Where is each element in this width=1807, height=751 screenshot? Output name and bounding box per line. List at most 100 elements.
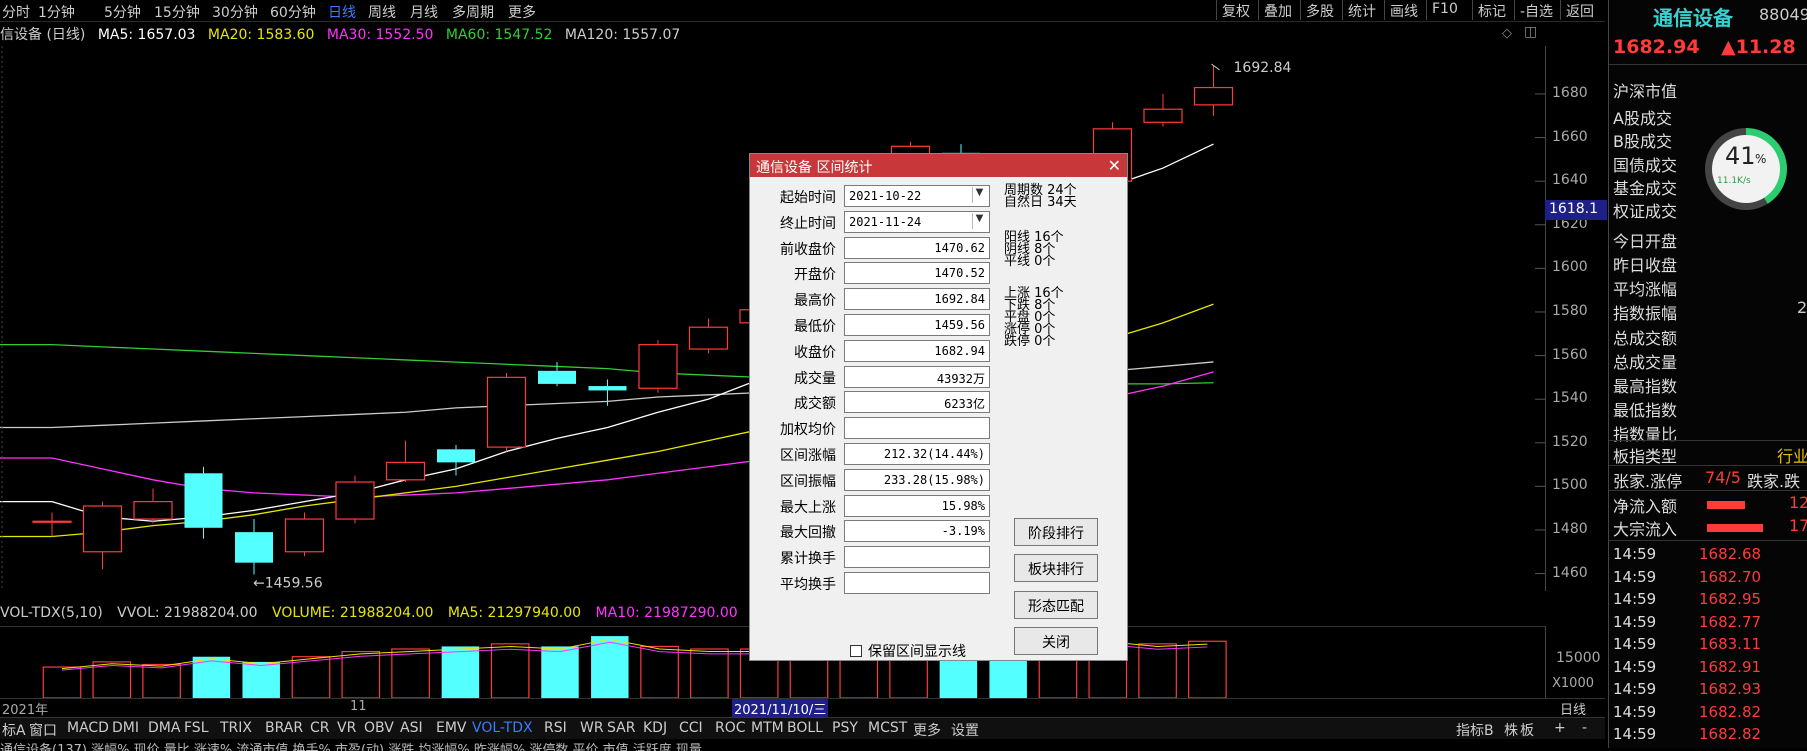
indicator-tab-psy[interactable]: PSY — [832, 720, 858, 736]
indicator-tab-macd[interactable]: MACD — [67, 720, 109, 736]
stage-ranking-button[interactable]: 阶段排行 — [1014, 518, 1098, 546]
candle-body — [184, 473, 223, 528]
indicator-tab-trix[interactable]: TRIX — [220, 720, 252, 736]
tick-price: 1682.82 — [1699, 702, 1762, 721]
indicator-tab-窗口[interactable]: 窗口 — [29, 720, 57, 740]
window-toggle-icon[interactable]: ◫ — [1524, 24, 1537, 40]
close-icon[interactable]: ✕ — [1108, 156, 1121, 175]
ytick-label: 1520 — [1552, 433, 1588, 450]
keep-interval-checkbox[interactable]: 保留区间显示线 — [850, 641, 966, 661]
indicator-right-2[interactable]: 板 — [1520, 720, 1534, 740]
period-tab-30min[interactable]: 30分钟 — [212, 2, 258, 22]
indicator-tab-sar[interactable]: SAR — [607, 720, 635, 736]
indicator-tab-kdj[interactable]: KDJ — [643, 720, 667, 736]
volume-bar — [640, 645, 679, 698]
period-tab-daily[interactable]: 日线 — [328, 2, 356, 22]
indicator-tab-mtm[interactable]: MTM — [751, 720, 784, 736]
indicator-tab-cci[interactable]: CCI — [679, 720, 703, 736]
tick-time: 14:59 — [1613, 567, 1657, 586]
field-label: 起始时间 — [780, 190, 836, 206]
f10-button[interactable]: F10 — [1426, 0, 1463, 20]
field-value: 6233亿 — [844, 391, 990, 414]
dialog-close-button[interactable]: 关闭 — [1014, 627, 1098, 655]
field-label: 最低价 — [794, 319, 836, 335]
indicator-tab-rsi[interactable]: RSI — [544, 720, 567, 736]
tick-row: 14:59 1682.91 — [1613, 658, 1761, 676]
candle[interactable] — [486, 373, 527, 452]
candle[interactable] — [133, 488, 173, 524]
net-inflow-value: 12 — [1789, 493, 1807, 512]
candle[interactable] — [284, 512, 325, 557]
field-value: 1470.62 — [844, 236, 990, 259]
checkbox-icon[interactable] — [850, 645, 862, 657]
field-label: 成交额 — [794, 396, 836, 413]
indicator-right-3[interactable]: + — [1554, 720, 1566, 736]
indicator-tab-标a[interactable]: 标A — [2, 720, 26, 740]
candle[interactable] — [32, 512, 72, 537]
date-axis: 2021年 11 2021/11/10/三 日线 — [0, 698, 1605, 718]
period-tab-more[interactable]: 更多 — [508, 2, 536, 22]
indicator-tab-dma[interactable]: DMA — [148, 720, 180, 736]
period-tab-60min[interactable]: 60分钟 — [270, 2, 316, 22]
period-tab-multi[interactable]: 多周期 — [452, 2, 494, 22]
sector-ranking-button[interactable]: 板块排行 — [1014, 554, 1098, 582]
indicator-right-1[interactable]: 株 — [1504, 720, 1518, 740]
chevron-down-icon[interactable]: ▼ — [972, 212, 986, 229]
candle[interactable] — [1193, 65, 1234, 116]
period-tab-15min[interactable]: 15分钟 — [154, 2, 200, 22]
stats-candles: 阳线 16个 阴线 8个 平线 0个 — [1004, 231, 1064, 268]
period-tab-monthly[interactable]: 月线 — [410, 2, 438, 22]
indicator-right-4[interactable]: - — [1582, 720, 1587, 736]
indicator-tab-roc[interactable]: ROC — [715, 720, 746, 736]
candle-body — [688, 326, 729, 350]
candle[interactable] — [437, 444, 475, 476]
indicator-tab-cr[interactable]: CR — [310, 720, 330, 736]
indicator-tab-mcst[interactable]: MCST — [868, 720, 907, 736]
period-tab-1min[interactable]: 1分钟 — [38, 2, 75, 22]
fq-button[interactable]: 复权 — [1216, 0, 1255, 20]
indicator-tab-boll[interactable]: BOLL — [787, 720, 823, 736]
chevron-down-icon[interactable]: ▼ — [972, 187, 986, 203]
indicator-tab-更多[interactable]: 更多 — [913, 720, 941, 740]
candle[interactable] — [385, 440, 426, 482]
candle[interactable] — [335, 475, 375, 524]
quote-label: 最高指数 — [1613, 377, 1678, 396]
field-label: 平均换手 — [780, 577, 836, 593]
diamond-icon[interactable]: ◇ — [1502, 26, 1512, 41]
candle[interactable] — [638, 340, 678, 393]
indicator-tab-brar[interactable]: BRAR — [265, 720, 303, 736]
candle[interactable] — [184, 466, 223, 539]
period-tab-5min[interactable]: 5分钟 — [104, 2, 141, 22]
candle[interactable] — [1143, 93, 1183, 127]
period-tab-intraday[interactable]: 分时 — [2, 2, 30, 22]
overlay-button[interactable]: 叠加 — [1258, 0, 1297, 20]
quote-panel: 通信设备 880490 1682.94 ▲11.28 沪深市值 A股成交 B股成交国… — [1608, 0, 1807, 748]
period-tab-weekly[interactable]: 周线 — [368, 2, 396, 22]
mark-button[interactable]: 标记 — [1472, 0, 1511, 20]
indicator-tab-vr[interactable]: VR — [337, 720, 356, 736]
indicator-tab-emv[interactable]: EMV — [436, 720, 467, 736]
candle[interactable] — [235, 519, 273, 575]
draw-line-button[interactable]: 画线 — [1384, 0, 1423, 20]
candle[interactable] — [82, 501, 123, 570]
watchlist-button[interactable]: -自选 — [1514, 0, 1558, 20]
indicator-tab-obv[interactable]: OBV — [364, 720, 394, 736]
indicator-tab-wr[interactable]: WR — [580, 720, 604, 736]
multi-stock-button[interactable]: 多股 — [1300, 0, 1339, 20]
indicator-tab-asi[interactable]: ASI — [400, 720, 423, 736]
pattern-match-button[interactable]: 形态匹配 — [1014, 591, 1098, 619]
field-label: 最大上涨 — [780, 499, 836, 516]
field-value[interactable]: 2021-10-22 — [844, 185, 990, 207]
field-value[interactable]: 2021-11-24 — [844, 210, 990, 233]
indicator-tab-dmi[interactable]: DMI — [112, 720, 139, 736]
indicator-tab-vol-tdx[interactable]: VOL-TDX — [472, 720, 533, 736]
candle[interactable] — [688, 318, 729, 354]
indicator-tab-设置[interactable]: 设置 — [951, 720, 979, 740]
down-limit-label: 跌家.跌 — [1747, 472, 1801, 491]
sector-title: 通信设备 — [1653, 6, 1733, 30]
stats-button[interactable]: 统计 — [1342, 0, 1381, 20]
indicator-tab-fsl[interactable]: FSL — [184, 720, 209, 736]
indicator-right-0[interactable]: 指标B — [1456, 720, 1494, 740]
back-button[interactable]: 返回 — [1560, 0, 1599, 20]
tick-price: 1682.82 — [1699, 725, 1762, 743]
